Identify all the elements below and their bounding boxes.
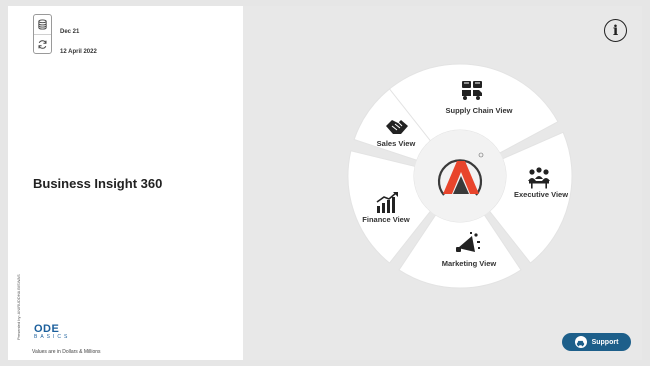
codebasics-logo: ODE BASICS (34, 323, 70, 340)
support-label: Support (591, 338, 619, 346)
data-period-label: Dec 21 (60, 29, 80, 35)
nav-executive-label: Executive View (514, 190, 568, 199)
meta-icon-stack (33, 14, 52, 54)
refresh-icon[interactable] (34, 34, 51, 53)
navigation-wheel: Supply Chain View Executive View Marketing… (347, 63, 573, 289)
center-hub (414, 130, 506, 222)
refresh-date-label: 12 April 2022 (60, 49, 97, 55)
support-button[interactable]: Support (562, 333, 631, 351)
nav-finance-label: Finance View (362, 215, 410, 224)
nav-sales-label: Sales View (377, 139, 416, 148)
presenter-credit: Presented by: ANIRUDDHA BISWAS (16, 274, 21, 340)
values-footnote: Values are in Dollars & Millions (32, 349, 101, 355)
database-icon[interactable] (34, 15, 51, 34)
page-title: Business Insight 360 (33, 176, 163, 191)
brand-tagline: BASICS (34, 334, 71, 340)
info-glyph: i (612, 22, 619, 39)
nav-marketing-label: Marketing View (442, 259, 497, 268)
nav-supply-chain-label: Supply Chain View (446, 106, 513, 115)
info-icon[interactable]: i (604, 19, 627, 42)
car-icon (574, 336, 587, 348)
